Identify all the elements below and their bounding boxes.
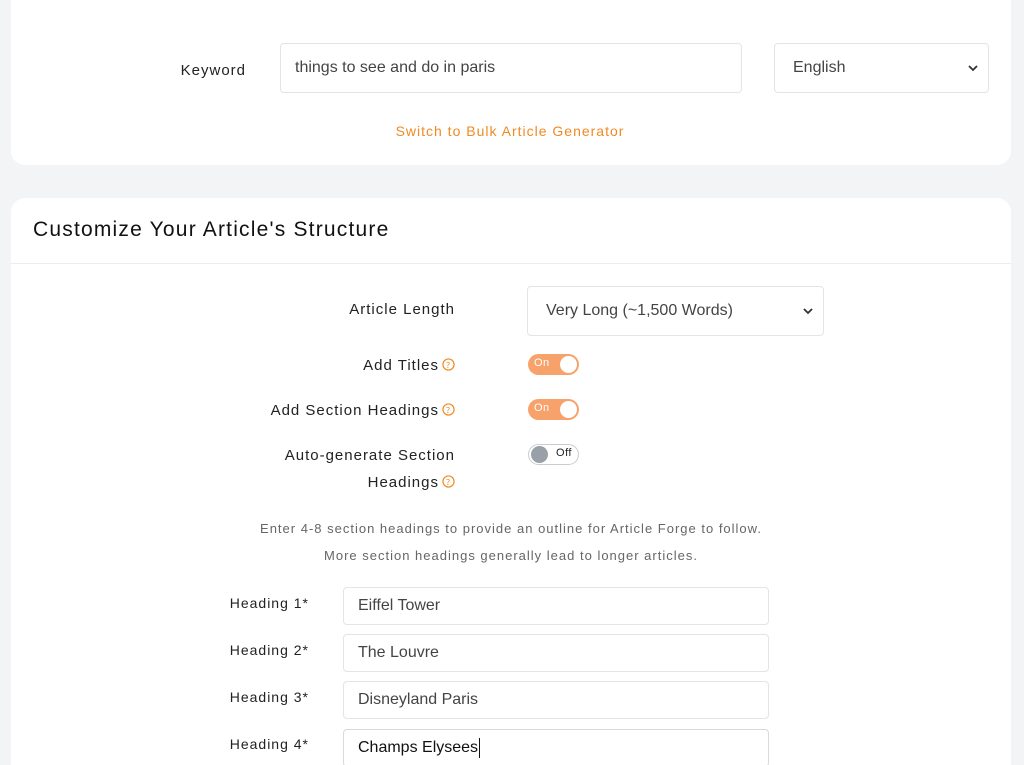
hint-line-2: More section headings generally lead to … <box>324 548 698 563</box>
article-length-value: Very Long (~1,500 Words) <box>546 302 733 319</box>
chevron-down-icon <box>803 308 813 315</box>
language-select[interactable]: English <box>774 43 989 93</box>
article-length-select[interactable]: Very Long (~1,500 Words) <box>527 286 824 336</box>
add-titles-label-row: Add Titles? <box>211 352 455 379</box>
heading-4-value: Champs Elysees <box>358 739 479 756</box>
auto-generate-toggle-text: Off <box>556 447 572 459</box>
add-section-headings-toggle[interactable]: On <box>528 399 579 420</box>
page: Keyword things to see and do in paris En… <box>0 0 1024 765</box>
heading-2-label: Heading 2* <box>229 642 309 658</box>
heading-1-input[interactable]: Eiffel Tower <box>343 587 769 625</box>
add-titles-toggle[interactable]: On <box>528 354 579 375</box>
chevron-down-icon <box>968 65 978 72</box>
heading-4-input[interactable]: Champs Elysees <box>343 729 769 765</box>
help-icon[interactable]: ? <box>442 475 455 488</box>
svg-text:?: ? <box>446 360 451 370</box>
svg-text:?: ? <box>446 405 451 415</box>
help-icon[interactable]: ? <box>442 358 455 371</box>
section-title: Customize Your Article's Structure <box>33 218 390 241</box>
add-section-headings-toggle-text: On <box>534 402 550 414</box>
section-divider <box>11 263 1011 264</box>
keyword-label: Keyword <box>180 62 246 79</box>
keyword-card: Keyword things to see and do in paris En… <box>11 0 1011 165</box>
text-caret <box>479 737 481 758</box>
add-section-headings-label: Add Section Headings <box>270 402 439 419</box>
heading-2-value: The Louvre <box>358 644 439 661</box>
hint-line-1: Enter 4-8 section headings to provide an… <box>260 521 762 536</box>
structure-card: Customize Your Article's Structure Artic… <box>11 198 1011 765</box>
heading-3-input[interactable]: Disneyland Paris <box>343 681 769 719</box>
language-select-value: English <box>793 59 846 76</box>
heading-4-label: Heading 4* <box>229 736 309 752</box>
add-section-headings-label-row: Add Section Headings? <box>161 397 455 424</box>
toggle-knob <box>560 356 577 373</box>
heading-2-input[interactable]: The Louvre <box>343 634 769 672</box>
auto-generate-label-row2: Headings? <box>161 469 455 496</box>
add-titles-toggle-text: On <box>534 357 550 369</box>
auto-generate-toggle[interactable]: Off <box>528 444 579 465</box>
article-length-label: Article Length <box>349 301 455 318</box>
toggle-knob <box>560 401 577 418</box>
help-icon[interactable]: ? <box>442 403 455 416</box>
bulk-article-generator-link[interactable]: Switch to Bulk Article Generator <box>11 123 1009 139</box>
heading-3-label: Heading 3* <box>229 689 309 705</box>
heading-1-label: Heading 1* <box>229 595 309 611</box>
svg-text:?: ? <box>446 477 451 487</box>
keyword-input-value: things to see and do in paris <box>295 59 496 76</box>
heading-3-value: Disneyland Paris <box>358 691 479 708</box>
auto-generate-label-line1: Auto-generate Section <box>284 447 455 464</box>
auto-generate-label-line2: Headings <box>367 474 439 491</box>
add-titles-label: Add Titles <box>363 357 439 374</box>
keyword-input[interactable]: things to see and do in paris <box>280 43 742 93</box>
toggle-knob <box>531 446 548 463</box>
heading-1-value: Eiffel Tower <box>358 597 441 614</box>
